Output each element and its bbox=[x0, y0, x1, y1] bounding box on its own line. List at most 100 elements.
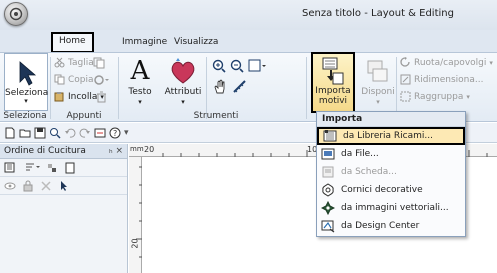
panel-header: Ordine di Cucitura ₕ × bbox=[0, 144, 127, 159]
attributes-button-label: Attributi bbox=[164, 87, 202, 97]
sewing-order-panel: Ordine di Cucitura ₕ × bbox=[0, 144, 128, 273]
resize-icon bbox=[400, 74, 411, 85]
color-order-icon[interactable] bbox=[4, 162, 18, 174]
help-icon[interactable]: ? bbox=[109, 127, 121, 139]
frame-icon bbox=[322, 183, 334, 197]
chevron-down-icon: ▾ bbox=[24, 97, 28, 105]
group-label-seleziona: Seleziona bbox=[3, 111, 47, 121]
cut-button[interactable]: Taglia bbox=[54, 57, 94, 68]
group-objects-button[interactable]: Raggruppa ▾ bbox=[400, 91, 470, 102]
delete-icon[interactable] bbox=[96, 91, 107, 103]
sort-icon[interactable] bbox=[24, 162, 40, 174]
arrange-layers-icon bbox=[367, 60, 388, 82]
application-menu-button[interactable] bbox=[4, 2, 28, 26]
chevron-down-icon: ▾ bbox=[138, 98, 142, 106]
print-preview-icon[interactable] bbox=[49, 127, 61, 139]
app-logo-icon bbox=[9, 7, 23, 21]
cut-label: Taglia bbox=[68, 57, 94, 68]
attributes-button[interactable]: Attributi ▾ bbox=[164, 57, 202, 107]
customize-toolbar-icon[interactable]: ▾ bbox=[124, 128, 129, 138]
tab-home[interactable]: Home bbox=[51, 32, 94, 53]
menu-item-label: da File... bbox=[341, 149, 379, 159]
title-bar: Senza titolo - Layout & Editing bbox=[0, 0, 497, 30]
panel-toolbar-row-2 bbox=[0, 177, 127, 195]
menu-item-from-card[interactable]: da Scheda... bbox=[317, 163, 465, 181]
select-button[interactable]: Seleziona ▾ bbox=[4, 53, 48, 111]
group-icon bbox=[400, 91, 411, 102]
design-center-icon bbox=[321, 220, 335, 233]
import-motifs-label-1: Importa bbox=[315, 86, 351, 96]
redo-icon[interactable] bbox=[79, 127, 91, 139]
undo-icon[interactable] bbox=[64, 127, 76, 139]
menu-item-from-embroidery-library[interactable]: da Libreria Ricami... bbox=[317, 127, 465, 145]
copy-label: Copia bbox=[68, 74, 94, 85]
arrange-button-label: Disponi bbox=[361, 87, 395, 97]
card-icon bbox=[322, 166, 334, 178]
save-icon[interactable] bbox=[34, 127, 46, 139]
menu-item-label: da Design Center bbox=[341, 221, 420, 231]
panel-title: Ordine di Cucitura bbox=[4, 146, 86, 156]
delete-x-icon[interactable] bbox=[40, 180, 52, 192]
vector-icon bbox=[321, 201, 335, 215]
ribbon-tab-bar: Home Immagine Visualizza bbox=[0, 30, 497, 53]
measure-icon[interactable] bbox=[232, 79, 248, 95]
vertical-ruler: 20 bbox=[129, 157, 142, 273]
visibility-eye-icon[interactable] bbox=[4, 180, 16, 192]
zoom-fit-icon[interactable] bbox=[248, 59, 268, 73]
dropdown-header: Importa bbox=[317, 112, 465, 127]
scissors-icon bbox=[54, 57, 65, 68]
open-folder-icon[interactable] bbox=[19, 127, 31, 139]
zoom-out-icon[interactable] bbox=[230, 59, 244, 73]
chevron-down-icon: ▾ bbox=[376, 98, 380, 106]
group-separator bbox=[206, 57, 207, 119]
heart-shapes-icon bbox=[171, 58, 195, 84]
resize-button[interactable]: Ridimensiona... bbox=[400, 74, 483, 85]
rotate-icon bbox=[400, 57, 410, 67]
duplicate-icon[interactable] bbox=[93, 57, 105, 69]
pointer-small-icon[interactable] bbox=[58, 180, 70, 192]
embroidery-preview-icon[interactable] bbox=[94, 127, 106, 139]
lock-icon[interactable] bbox=[22, 180, 34, 192]
menu-item-label: da Libreria Ricami... bbox=[343, 131, 433, 141]
text-button-label: Testo bbox=[128, 87, 152, 97]
tab-immagine[interactable]: Immagine bbox=[116, 35, 173, 51]
vertical-ruler-ticks bbox=[136, 166, 142, 258]
arrange-button[interactable]: Disponi ▾ bbox=[360, 57, 396, 107]
menu-item-label: da immagini vettoriali... bbox=[341, 203, 449, 213]
move-stitch-icon[interactable] bbox=[46, 162, 58, 174]
menu-item-from-file[interactable]: da File... bbox=[317, 145, 465, 163]
text-button[interactable]: A Testo ▾ bbox=[126, 57, 154, 107]
svg-text:?: ? bbox=[113, 129, 117, 138]
import-dropdown-menu: Importa da Libreria Ricami... da File...… bbox=[316, 111, 466, 237]
group-separator bbox=[118, 57, 119, 119]
text-a-icon: A bbox=[130, 56, 150, 86]
group-label-strumenti: Strumenti bbox=[193, 111, 239, 121]
import-motifs-label-2: motivi bbox=[318, 96, 348, 106]
pointer-arrow-icon bbox=[19, 61, 37, 86]
window-title: Senza titolo - Layout & Editing bbox=[302, 8, 454, 19]
group-separator bbox=[396, 57, 397, 119]
menu-item-label: da Scheda... bbox=[341, 167, 397, 177]
menu-item-label: Cornici decorative bbox=[341, 185, 423, 195]
new-file-icon[interactable] bbox=[4, 127, 16, 139]
menu-item-from-vector-images[interactable]: da immagini vettoriali... bbox=[317, 199, 465, 217]
frame-view-icon[interactable] bbox=[64, 162, 76, 174]
group-objects-label: Raggruppa bbox=[414, 91, 464, 102]
library-icon bbox=[323, 130, 337, 142]
import-motifs-button[interactable]: Importa motivi bbox=[311, 52, 355, 113]
paste-label: Incolla bbox=[68, 91, 98, 102]
zoom-in-icon[interactable] bbox=[212, 59, 226, 73]
pan-hand-icon[interactable] bbox=[212, 79, 228, 95]
resize-label: Ridimensiona... bbox=[414, 74, 484, 85]
panel-pin-close-icon[interactable]: ₕ × bbox=[109, 146, 123, 156]
rotate-flip-button[interactable]: Ruota/capovolgi ▾ bbox=[400, 57, 493, 68]
tab-visualizza[interactable]: Visualizza bbox=[168, 35, 224, 51]
chevron-down-icon: ▾ bbox=[489, 58, 493, 67]
menu-item-from-design-center[interactable]: da Design Center bbox=[317, 217, 465, 235]
settings-dropdown-icon[interactable] bbox=[93, 74, 109, 86]
copy-button[interactable]: Copia bbox=[54, 74, 94, 85]
menu-item-decorative-frames[interactable]: Cornici decorative bbox=[317, 181, 465, 199]
chevron-down-icon: ▾ bbox=[466, 92, 470, 101]
group-separator bbox=[50, 57, 51, 119]
copy-icon bbox=[54, 74, 65, 85]
